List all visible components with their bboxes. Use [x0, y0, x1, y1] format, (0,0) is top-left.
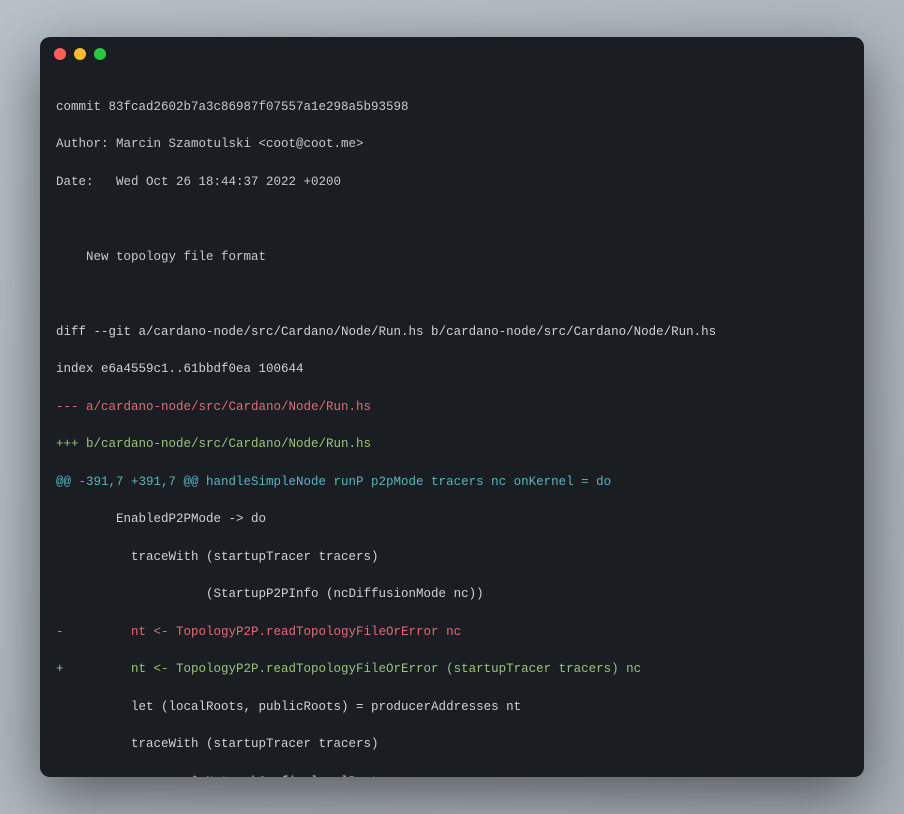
commit-date: Date: Wed Oct 26 18:44:37 2022 +0200: [56, 173, 848, 192]
close-icon[interactable]: [54, 48, 66, 60]
terminal-window: commit 83fcad2602b7a3c86987f07557a1e298a…: [40, 37, 864, 777]
context-line: traceWith (startupTracer tracers): [56, 735, 848, 754]
context-line: (StartupP2PInfo (ncDiffusionMode nc)): [56, 585, 848, 604]
removed-line: - nt <- TopologyP2P.readTopologyFileOrEr…: [56, 623, 848, 642]
context-line: traceWith (startupTracer tracers): [56, 548, 848, 567]
commit-author: Author: Marcin Szamotulski <coot@coot.me…: [56, 135, 848, 154]
titlebar: [40, 37, 864, 71]
blank-line: [56, 285, 848, 304]
blank-line: [56, 210, 848, 229]
added-file-header: +++ b/cardano-node/src/Cardano/Node/Run.…: [56, 435, 848, 454]
context-line: EnabledP2PMode -> do: [56, 510, 848, 529]
terminal-content[interactable]: commit 83fcad2602b7a3c86987f07557a1e298a…: [40, 71, 864, 777]
context-line: $ NetworkConfig localRoots: [56, 773, 848, 777]
commit-subject: New topology file format: [56, 248, 848, 267]
minimize-icon[interactable]: [74, 48, 86, 60]
index-line: index e6a4559c1..61bbdf0ea 100644: [56, 360, 848, 379]
removed-file-header: --- a/cardano-node/src/Cardano/Node/Run.…: [56, 398, 848, 417]
context-line: let (localRoots, publicRoots) = producer…: [56, 698, 848, 717]
hunk-header: @@ -391,7 +391,7 @@ handleSimpleNode run…: [56, 473, 848, 492]
commit-hash: commit 83fcad2602b7a3c86987f07557a1e298a…: [56, 98, 848, 117]
diff-cmd: diff --git a/cardano-node/src/Cardano/No…: [56, 323, 848, 342]
added-line: + nt <- TopologyP2P.readTopologyFileOrEr…: [56, 660, 848, 679]
maximize-icon[interactable]: [94, 48, 106, 60]
